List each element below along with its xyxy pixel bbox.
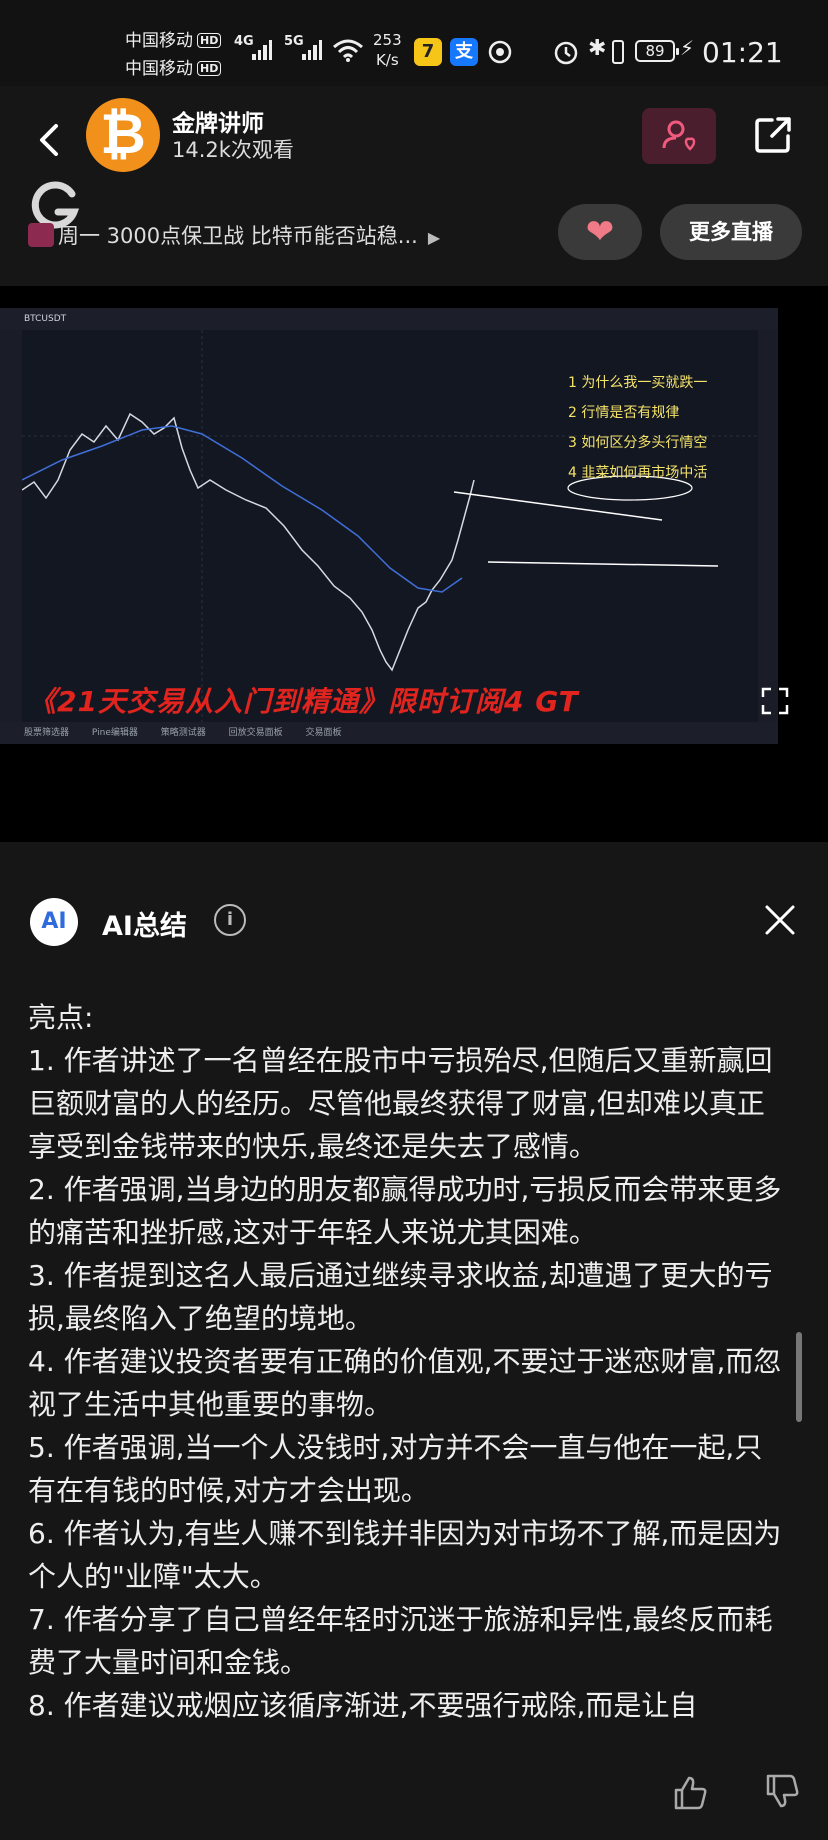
network-4g: 4G [234,34,254,49]
bottom-tab: 策略测试器 [160,728,206,738]
live-indicator-icon [28,223,54,247]
thumbs-up-icon[interactable] [670,1772,710,1812]
hd-badge: HD [197,33,222,48]
trading-chart-frame: BTCUSDT 1 为什么我一买就跌一 2 行情是否有规律 3 如何区分多头行情… [0,308,778,744]
follow-heart-user-icon [662,120,696,151]
chart-side-tools [758,330,778,722]
vibrate-icon [612,40,624,64]
annotation-2: 2 行情是否有规律 [568,405,680,421]
location-icon [488,40,512,64]
ai-summary-panel: AI AI总结 i 亮点: 1. 作者讲述了一名曾经在股市中亏损殆尽,但随后又重… [0,842,828,1840]
more-live-button[interactable]: 更多直播 [660,204,802,260]
annotation-4: 4 韭菜如何再市场中活 [568,465,708,481]
summary-point: 8. 作者建议戒烟应该循序渐进,不要强行戒除,而是让自 [28,1689,698,1722]
wifi-icon [333,39,363,62]
bottom-tab: 交易面板 [305,728,342,738]
live-header: ₿ 金牌讲师 14.2k次观看 周一 3000点保卫战 比特币能否站稳... ▶ … [0,86,828,286]
channel-avatar[interactable]: ₿ [86,98,160,172]
chart-toolbar: BTCUSDT [0,308,778,330]
network-5g: 5G [284,34,304,49]
summary-point: 6. 作者认为,有些人赚不到钱并非因为对市场不了解,而是因为个人的"业障"太大。 [28,1517,782,1593]
alipay-icon: 支 [450,38,478,66]
app-notification-icon: 7 [414,38,442,66]
carrier-2: 中国移动 HD [125,54,222,79]
chart-drawing-tools [0,330,22,722]
summary-point: 5. 作者强调,当一个人没钱时,对方并不会一直与他在一起,只有在有钱的时候,对方… [28,1431,763,1507]
carrier-1: 中国移动 HD [125,26,222,51]
clock: 01:21 [702,36,783,69]
close-icon[interactable] [764,904,796,936]
bottom-tab: Pine编辑器 [91,728,138,738]
chart-bottom-tabs: 股票筛选器 Pine编辑器 策略测试器 回放交易面板 交易面板 [0,722,778,744]
summary-heading: 亮点: [28,1001,94,1034]
alarm-icon [554,41,578,65]
summary-point: 4. 作者建议投资者要有正确的价值观,不要过于迷恋财富,而忽视了生活中其他重要的… [28,1345,782,1421]
bluetooth-icon: ✱ [588,36,607,61]
channel-name[interactable]: 金牌讲师 [172,104,264,138]
summary-point: 2. 作者强调,当身边的朋友都赢得成功时,亏损反而会带来更多的痛苦和挫折感,这对… [28,1173,782,1249]
signal-icon [302,40,322,60]
status-bar: 中国移动 HD 中国移动 HD 4G 5G 253 K/s 7 支 ✱ 89 ⚡ 01… [0,0,828,86]
network-speed: 253 K/s [373,31,402,69]
battery-icon: 89 [635,40,679,62]
charging-icon: ⚡ [680,36,695,60]
live-title: 周一 3000点保卫战 比特币能否站稳... [58,224,418,248]
ai-logo-icon: AI [30,898,78,946]
info-icon[interactable]: i [214,904,246,936]
view-count: 14.2k次观看 [172,138,294,162]
back-button[interactable] [30,120,70,160]
annotation-3: 3 如何区分多头行情空 [568,435,708,451]
scrollbar[interactable] [796,1332,802,1422]
heart-icon: ❤ [585,212,615,252]
hd-badge: HD [197,61,222,76]
play-arrow-icon: ▶ [427,228,441,247]
video-player[interactable]: BTCUSDT 1 为什么我一买就跌一 2 行情是否有规律 3 如何区分多头行情… [0,286,828,744]
annotation-1: 1 为什么我一买就跌一 [568,375,708,391]
bottom-tab: 回放交易面板 [228,728,283,738]
follow-button[interactable] [642,108,716,164]
like-heart-button[interactable]: ❤ [558,204,642,260]
summary-text: 亮点: 1. 作者讲述了一名曾经在股市中亏损殆尽,但随后又重新赢回巨额财富的人的… [28,996,788,1727]
summary-point: 1. 作者讲述了一名曾经在股市中亏损殆尽,但随后又重新赢回巨额财富的人的经历。尽… [28,1044,773,1163]
panel-title: AI总结 [102,911,187,942]
promo-banner: 《21天交易从入门到精通》限时订阅4 GT [28,685,579,718]
summary-point: 7. 作者分享了自己曾经年轻时沉迷于旅游和异性,最终反而耗费了大量时间和金钱。 [28,1603,773,1679]
share-icon[interactable] [752,114,794,156]
signal-icon [252,40,272,60]
live-title-row[interactable]: 周一 3000点保卫战 比特币能否站稳... ▶ [28,220,440,250]
thumbs-down-icon[interactable] [762,1772,802,1812]
fullscreen-icon[interactable] [760,686,790,716]
summary-point: 3. 作者提到这名人最后通过继续寻求收益,却遭遇了更大的亏损,最终陷入了绝望的境… [28,1259,773,1335]
chart-symbol: BTCUSDT [24,314,67,324]
bottom-tab: 股票筛选器 [24,728,70,738]
